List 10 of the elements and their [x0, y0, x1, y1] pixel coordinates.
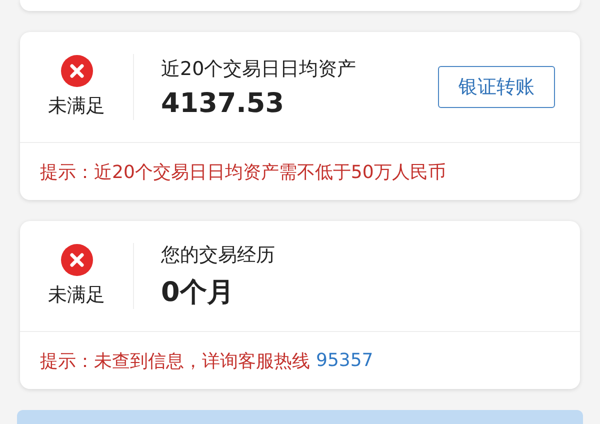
status-label: 未满足 — [48, 94, 105, 120]
phone-link[interactable]: 95357 — [316, 350, 374, 372]
hint-text: 提示：近20个交易日日均资产需不低于50万人民币 — [40, 160, 446, 184]
requirement-title: 您的交易经历 — [161, 243, 276, 268]
status-label: 未满足 — [48, 283, 105, 308]
requirement-value: 0个月 — [161, 276, 235, 310]
requirement-title: 近20个交易日日均资产 — [161, 56, 358, 82]
hint-text: 提示：未查到信息，详询客服热线 — [40, 350, 310, 373]
transfer-button[interactable]: 银证转账 — [438, 66, 555, 108]
requirement-value: 4137.53 — [161, 88, 285, 119]
